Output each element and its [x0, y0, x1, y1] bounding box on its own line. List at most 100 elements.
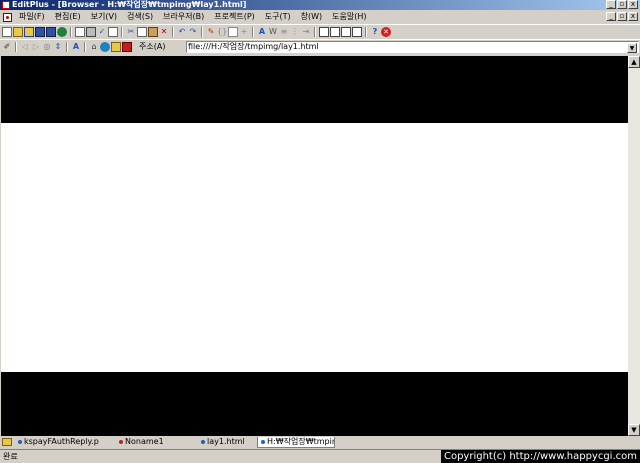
save-icon[interactable]: [35, 26, 45, 37]
undo-icon[interactable]: ↶: [177, 27, 187, 37]
back-icon[interactable]: ◁: [20, 42, 30, 52]
scroll-down-icon[interactable]: ▼: [628, 424, 640, 436]
document-window-controls: _ ▫ x: [606, 12, 638, 21]
file-icon: [18, 440, 22, 444]
window-controls: _ ▫ x: [606, 0, 638, 9]
sync-icon[interactable]: ⇕: [53, 42, 63, 52]
globe-icon[interactable]: [100, 41, 110, 52]
menu-file[interactable]: 파일(F): [15, 10, 51, 24]
favorites-icon[interactable]: [111, 41, 121, 52]
address-value: file:///H:/작업장/tmpimg/lay1.html: [188, 42, 319, 51]
toolbar-separator: [314, 26, 316, 37]
menu-project[interactable]: 프로젝트(P): [210, 10, 261, 24]
delete-icon[interactable]: ✕: [159, 27, 169, 37]
menu-edit[interactable]: 편집(E): [51, 10, 87, 24]
document-tab-bar: kspayFAuthReply.p Noname1 lay1.html H:₩작…: [0, 436, 640, 448]
duplicate-icon[interactable]: [228, 26, 238, 37]
toolbar-separator: [121, 26, 123, 37]
preview-icon[interactable]: [108, 26, 118, 37]
address-label: 주소(A): [139, 42, 166, 51]
menu-browser[interactable]: 브라우저(B): [159, 10, 210, 24]
menu-help[interactable]: 도움말(H): [328, 10, 372, 24]
ftp-icon[interactable]: [57, 26, 67, 37]
tab-label: Noname1: [125, 437, 164, 446]
cut-icon[interactable]: ✂: [126, 27, 136, 37]
doc-minimize-button[interactable]: _: [606, 12, 616, 21]
document-icon[interactable]: [3, 12, 12, 22]
tab-label: kspayFAuthReply.p: [24, 437, 99, 446]
word-wrap-icon[interactable]: W: [268, 27, 278, 37]
tab-noname1[interactable]: Noname1: [105, 437, 183, 448]
ruler-icon[interactable]: ⋮: [290, 27, 300, 37]
status-bar: 완료 Copyright(c) http://www.happycgi.com: [0, 449, 640, 463]
doc-close-button[interactable]: x: [628, 12, 638, 21]
tab-browser[interactable]: H:₩작업장₩tmpim: [257, 436, 335, 448]
refresh-icon[interactable]: ◎: [42, 42, 52, 52]
minimize-button[interactable]: _: [606, 0, 616, 9]
toolbar-separator: [172, 26, 174, 37]
open-icon[interactable]: [13, 26, 23, 37]
page-footer-band: [1, 372, 628, 436]
toolbar-separator: [252, 26, 254, 37]
insert-icon[interactable]: +: [239, 27, 249, 37]
tab-label: H:₩작업장₩tmpim: [267, 436, 335, 446]
tab-lay1[interactable]: lay1.html: [183, 437, 257, 448]
window-cascade-icon[interactable]: [319, 26, 329, 37]
folder-icon[interactable]: [2, 438, 12, 446]
scroll-up-icon[interactable]: ▲: [628, 56, 640, 68]
tab-kspay[interactable]: kspayFAuthReply.p: [15, 437, 105, 448]
pencil-icon[interactable]: ✐: [2, 42, 12, 52]
title-bar: EditPlus - [Browser - H:₩작업장₩tmpimg₩lay1…: [0, 0, 640, 10]
home-icon[interactable]: ⌂: [89, 42, 99, 52]
menu-tools[interactable]: 도구(T): [261, 10, 297, 24]
address-dropdown-icon[interactable]: ▼: [627, 43, 637, 53]
menu-view[interactable]: 보기(V): [87, 10, 123, 24]
app-icon[interactable]: [2, 1, 10, 9]
new-icon[interactable]: [2, 26, 12, 37]
maximize-button[interactable]: ▫: [617, 0, 627, 9]
line-number-icon[interactable]: ≡: [279, 27, 289, 37]
menu-window[interactable]: 창(W): [297, 10, 329, 24]
tab-label: lay1.html: [207, 437, 245, 446]
copy-icon[interactable]: [137, 26, 147, 37]
print-icon[interactable]: [86, 26, 96, 37]
browser-toolbar: ✐ ◁ ▷ ◎ ⇕ A ⌂ 주소(A) file:///H:/작업장/tmpim…: [0, 39, 640, 53]
redo-icon[interactable]: ↷: [188, 27, 198, 37]
forward-icon[interactable]: ▷: [31, 42, 41, 52]
vertical-scrollbar[interactable]: ▲ ▼: [628, 56, 640, 436]
browser-view[interactable]: [1, 56, 628, 436]
doc-restore-button[interactable]: ▫: [617, 12, 627, 21]
paste-icon[interactable]: [148, 26, 158, 37]
file-icon: [201, 440, 205, 444]
page-header-band: [1, 56, 628, 123]
open-remote-icon[interactable]: [24, 26, 34, 37]
print-preview-icon[interactable]: [75, 26, 85, 37]
stop-icon[interactable]: ✕: [381, 26, 391, 37]
toolbar-separator: [70, 26, 72, 37]
window-tile-icon[interactable]: [330, 26, 340, 37]
toolbar-separator: [84, 41, 86, 52]
match-brace-icon[interactable]: {}: [217, 27, 227, 37]
toolbar-separator: [365, 26, 367, 37]
main-toolbar: ✓ ✂ ✕ ↶ ↷ ✎ {} + A W ≡ ⋮ ⇥ ? ✕: [0, 24, 640, 38]
toolbar-separator: [15, 41, 17, 52]
status-text: 완료: [3, 452, 18, 461]
font-size-icon[interactable]: A: [71, 42, 81, 52]
address-input[interactable]: file:///H:/작업장/tmpimg/lay1.html ▼: [186, 41, 639, 53]
window-vertical-icon[interactable]: [341, 26, 351, 37]
file-icon: [119, 440, 123, 444]
close-button[interactable]: x: [628, 0, 638, 9]
indent-icon[interactable]: ⇥: [301, 27, 311, 37]
toolbar-separator: [201, 26, 203, 37]
save-all-icon[interactable]: [46, 26, 56, 37]
file-icon: [261, 439, 265, 444]
bookmark-icon[interactable]: [122, 41, 132, 52]
spell-check-icon[interactable]: ✓: [97, 27, 107, 37]
copyright-watermark: Copyright(c) http://www.happycgi.com: [440, 450, 640, 463]
hand-tool-icon[interactable]: ✎: [206, 27, 216, 37]
format-icon[interactable]: A: [257, 27, 267, 37]
menu-bar: 파일(F) 편집(E) 보기(V) 검색(S) 브라우저(B) 프로젝트(P) …: [0, 10, 640, 24]
window-list-icon[interactable]: [352, 26, 362, 37]
menu-search[interactable]: 검색(S): [123, 10, 159, 24]
help-icon[interactable]: ?: [370, 27, 380, 37]
